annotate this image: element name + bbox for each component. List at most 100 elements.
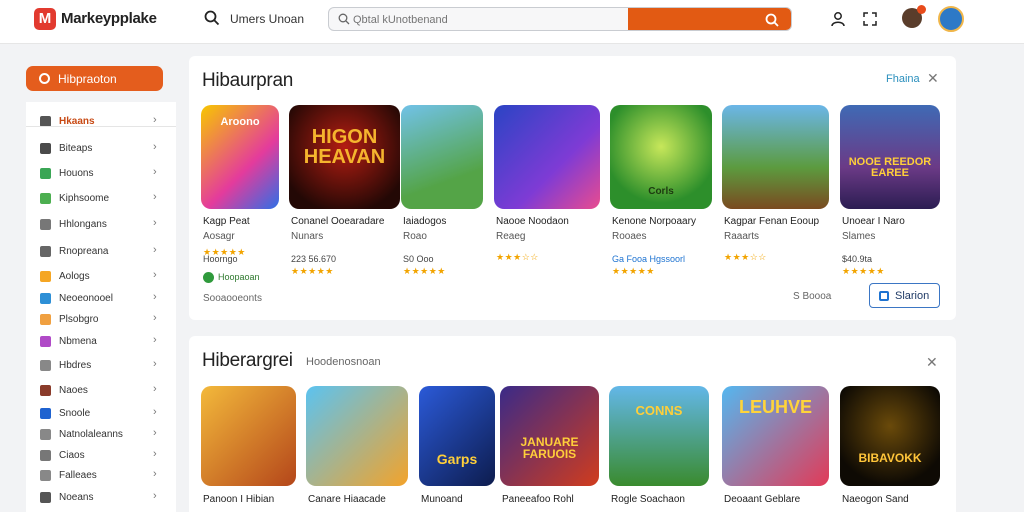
sidebar-item[interactable]: Rnopreana › xyxy=(26,242,176,262)
game-title[interactable]: Conanel Ooearadare xyxy=(291,216,384,227)
category-icon xyxy=(40,246,51,257)
chevron-right-icon: › xyxy=(153,141,157,153)
game-title[interactable]: Panoon I Hibian xyxy=(203,494,274,505)
rating-stars: ★★★★★ xyxy=(842,266,885,276)
game-developer: Rooaes xyxy=(612,231,647,242)
category-icon xyxy=(40,219,51,230)
category-icon xyxy=(40,450,51,461)
logo-text[interactable]: Markeypplake xyxy=(61,10,157,27)
chevron-right-icon: › xyxy=(153,244,157,256)
section-footer-left: Sooaooeonts xyxy=(203,293,262,304)
game-title[interactable]: Naooe Noodaon xyxy=(496,216,569,227)
chevron-right-icon: › xyxy=(153,406,157,418)
game-title[interactable]: Deoaant Geblare xyxy=(724,494,800,505)
sidebar-item[interactable]: Biteaps › xyxy=(26,139,176,159)
game-price: Ga Fooa Hgssoorl xyxy=(612,254,686,264)
game-thumbnail[interactable] xyxy=(306,386,408,486)
game-title[interactable]: Unoear I Naro xyxy=(842,216,905,227)
category-icon xyxy=(40,429,51,440)
game-price: $40.9ta xyxy=(842,254,873,264)
section-footer-right: S Boooa xyxy=(793,291,832,302)
sidebar-item[interactable]: Aologs › xyxy=(26,267,176,287)
thumbnail-art-text: NOOE REEDOR EAREE xyxy=(848,156,932,179)
game-developer: Nunars xyxy=(291,231,324,242)
search-input[interactable] xyxy=(353,11,623,28)
game-title[interactable]: Kagpar Fenan Eooup xyxy=(724,216,819,227)
sidebar-item[interactable]: Hkaans › xyxy=(26,112,176,132)
sidebar-item[interactable]: Hhlongans › xyxy=(26,215,176,235)
close-icon[interactable]: ✕ xyxy=(927,70,939,87)
category-icon xyxy=(40,385,51,396)
thumbnail-art-text: Corls xyxy=(648,186,674,197)
rating-stars: ★★★★★ xyxy=(203,247,246,257)
thumbnail-art-text: Garps xyxy=(436,451,478,467)
divider xyxy=(26,126,176,127)
game-title[interactable]: Canare Hiaacade xyxy=(308,494,386,505)
sidebar-item-label: Plsobgro xyxy=(59,314,99,325)
game-title[interactable]: Rogle Soachaon xyxy=(611,494,685,505)
expand-icon[interactable] xyxy=(862,11,878,27)
game-thumbnail[interactable]: LEUHVE xyxy=(722,386,829,486)
game-price: 223 56.670 xyxy=(291,254,337,264)
section-link[interactable]: Fhaina xyxy=(886,73,920,85)
game-title[interactable]: Iaiadogos xyxy=(403,216,446,227)
sidebar-item[interactable]: Houons › xyxy=(26,164,176,184)
close-icon[interactable]: ✕ xyxy=(926,354,938,371)
circle-icon xyxy=(39,73,50,84)
chevron-right-icon: › xyxy=(153,217,157,229)
thumbnail-art-text: CONNS xyxy=(635,403,683,418)
sidebar-item-label: Naoes xyxy=(59,385,88,396)
search-icon[interactable] xyxy=(204,10,220,26)
sidebar-item[interactable]: Snoole › xyxy=(26,404,176,424)
sidebar-cta-button[interactable]: Hibpraoton xyxy=(26,66,163,91)
sidebar-item-label: Aologs xyxy=(59,271,90,282)
game-title[interactable]: Kenone Norpoaary xyxy=(612,216,696,227)
game-thumbnail[interactable]: JANUARE FARUOIS xyxy=(500,386,599,486)
thumbnail-art-text: JANUARE FARUOIS xyxy=(520,435,579,461)
view-icon xyxy=(879,291,889,301)
chevron-right-icon: › xyxy=(153,490,157,502)
sidebar-item-label: Biteaps xyxy=(59,143,93,154)
game-title[interactable]: Naeogon Sand xyxy=(842,494,909,505)
sidebar-item[interactable]: Ciaos › xyxy=(26,446,176,466)
game-thumbnail[interactable]: Garps xyxy=(419,386,495,486)
game-thumbnail[interactable] xyxy=(494,105,600,209)
sidebar-item-label: Hbdres xyxy=(59,360,92,371)
game-title[interactable]: Kagp Peat xyxy=(203,216,250,227)
category-icon xyxy=(40,193,51,204)
game-thumbnail[interactable]: Corls xyxy=(610,105,712,209)
sidebar-item[interactable]: Naoes › xyxy=(26,381,176,401)
sidebar-item[interactable]: Falleaes › xyxy=(26,466,176,486)
sidebar-item[interactable]: Kiphsoome › xyxy=(26,189,176,209)
sidebar-item[interactable]: Plsobgro › xyxy=(26,310,176,330)
sidebar-item[interactable]: Hbdres › xyxy=(26,356,176,376)
sidebar-item[interactable]: Noeans › xyxy=(26,488,176,508)
category-icon xyxy=(40,470,51,481)
view-button[interactable]: Slarion xyxy=(869,283,940,308)
search-button[interactable] xyxy=(628,8,791,30)
category-icon xyxy=(40,314,51,325)
game-title[interactable]: Paneeafoo Rohl xyxy=(502,494,574,505)
game-thumbnail[interactable] xyxy=(201,386,296,486)
sidebar-item[interactable]: Natnolaleanns › xyxy=(26,425,176,445)
sidebar-item-label: Natnolaleanns xyxy=(59,429,123,440)
chevron-right-icon: › xyxy=(153,448,157,460)
game-thumbnail[interactable] xyxy=(401,105,483,209)
chevron-right-icon: › xyxy=(153,334,157,346)
sidebar-item-label: Ciaos xyxy=(59,450,85,461)
game-thumbnail[interactable]: BIBAVOKK xyxy=(840,386,940,486)
game-thumbnail[interactable] xyxy=(722,105,829,209)
category-icon xyxy=(40,336,51,347)
game-thumbnail[interactable]: HIGON HEAVAN xyxy=(289,105,400,209)
game-title[interactable]: Munoand xyxy=(421,494,463,505)
logo-icon[interactable]: M xyxy=(34,8,56,30)
nav-label[interactable]: Umers Unoan xyxy=(230,12,304,26)
sidebar-item-label: Nbmena xyxy=(59,336,97,347)
sidebar-item[interactable]: Nbmena › xyxy=(26,332,176,352)
profile-avatar[interactable] xyxy=(938,6,964,32)
game-thumbnail[interactable]: CONNS xyxy=(609,386,709,486)
game-thumbnail[interactable]: Aroono xyxy=(201,105,279,209)
sidebar-item[interactable]: Neoeonooel › xyxy=(26,289,176,309)
user-icon[interactable] xyxy=(830,11,846,27)
game-thumbnail[interactable]: NOOE REEDOR EAREE xyxy=(840,105,940,209)
